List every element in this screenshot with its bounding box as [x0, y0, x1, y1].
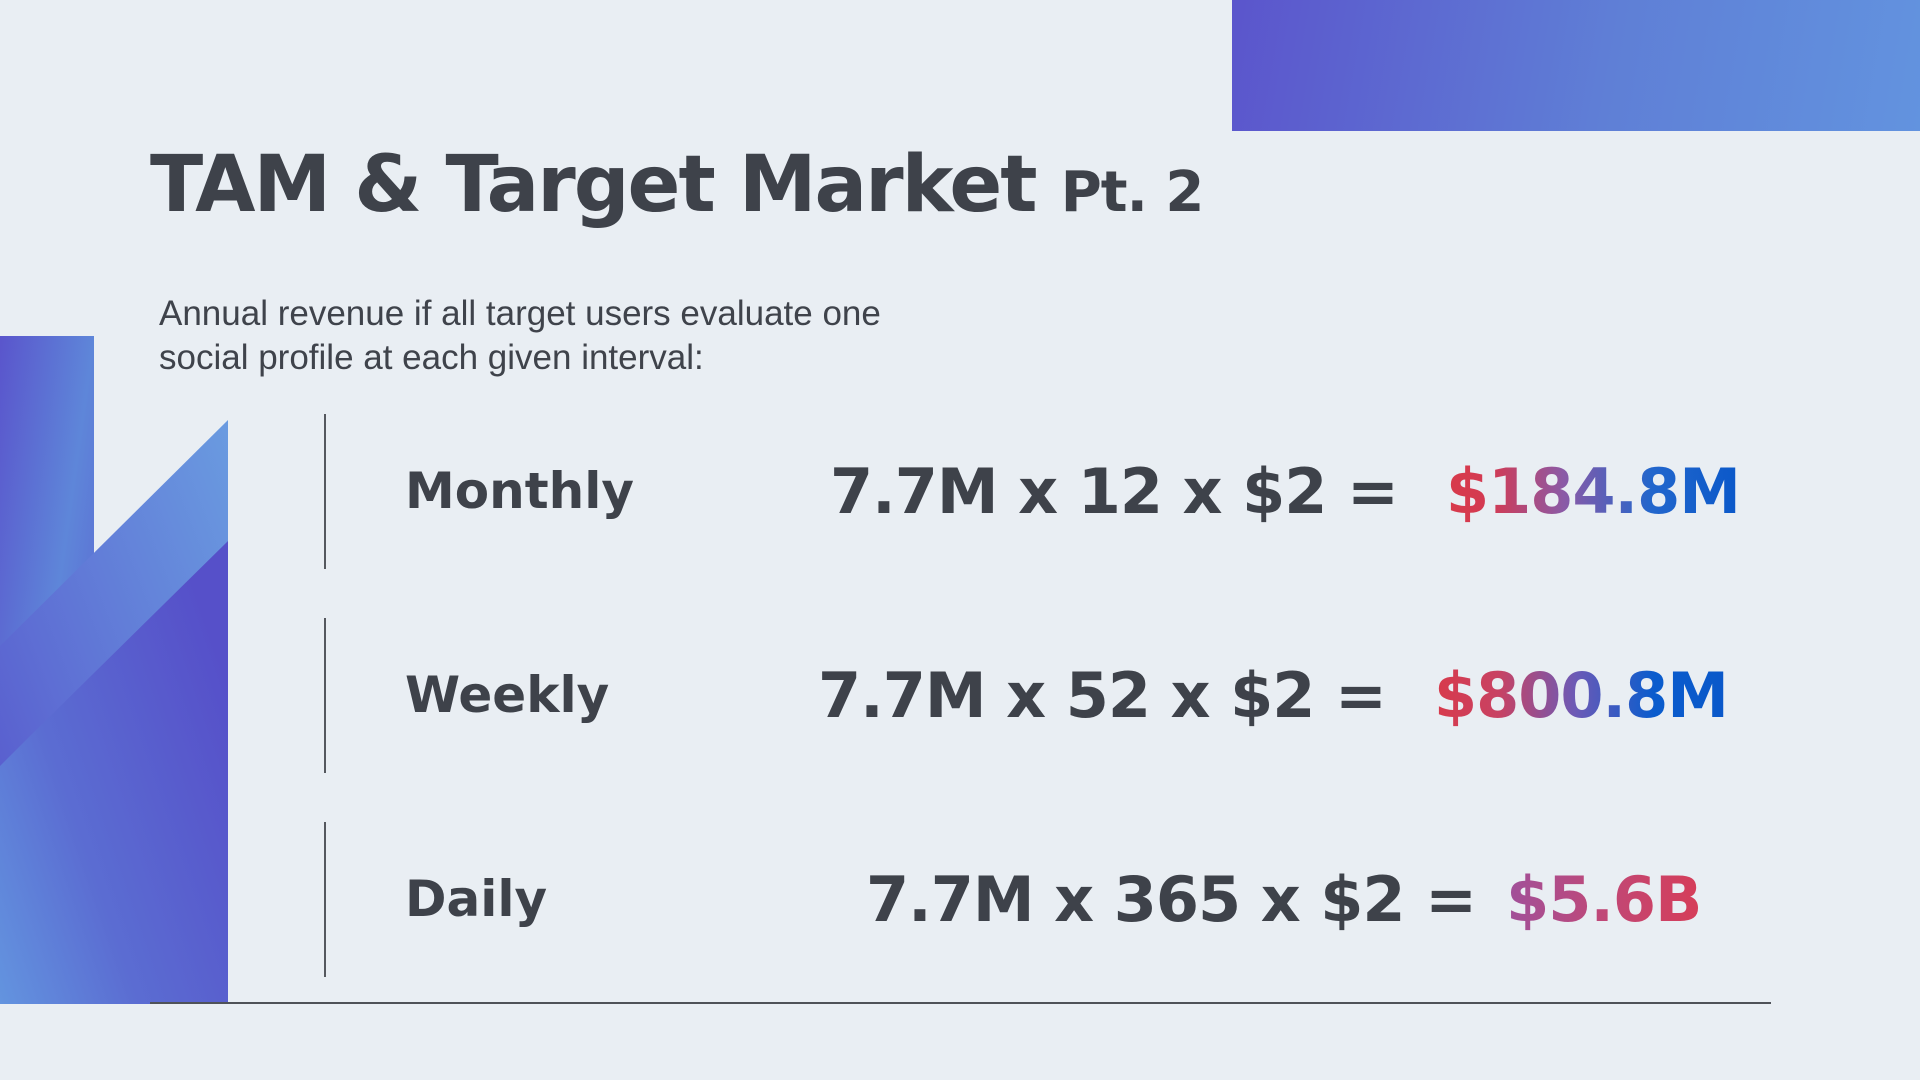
row-label: Daily	[405, 870, 548, 928]
row-weekly: Weekly 7.7M x 52 x $2 = $800.8M	[0, 618, 1920, 773]
slide-subtitle: Annual revenue if all target users evalu…	[159, 294, 881, 377]
row-divider	[324, 414, 326, 569]
row-formula: 7.7M x 365 x $2 =	[866, 863, 1477, 936]
row-divider	[324, 618, 326, 773]
row-formula: 7.7M x 52 x $2 =	[818, 659, 1387, 732]
top-right-gradient-banner	[1232, 0, 1920, 131]
row-monthly: Monthly 7.7M x 12 x $2 = $184.8M	[0, 414, 1920, 569]
row-result: $800.8M	[1434, 618, 1729, 773]
presentation-slide: TAM & Target Market Pt. 2 Annual revenue…	[0, 0, 1920, 1080]
row-label: Monthly	[405, 462, 634, 520]
bottom-divider	[150, 1002, 1771, 1004]
row-label: Weekly	[405, 666, 610, 724]
slide-title-main: TAM & Target Market	[150, 140, 1038, 230]
row-result: $184.8M	[1446, 414, 1741, 569]
slide-title-suffix: Pt. 2	[1060, 160, 1205, 225]
row-formula: 7.7M x 12 x $2 =	[830, 455, 1399, 528]
row-result: $5.6B	[1506, 822, 1702, 977]
slide-title: TAM & Target Market Pt. 2	[150, 140, 1205, 230]
row-equation: 7.7M x 52 x $2 = $800.8M	[818, 618, 1729, 773]
row-daily: Daily 7.7M x 365 x $2 = $5.6B	[0, 822, 1920, 977]
row-divider	[324, 822, 326, 977]
row-equation: 7.7M x 12 x $2 = $184.8M	[830, 414, 1741, 569]
row-equation: 7.7M x 365 x $2 = $5.6B	[866, 822, 1702, 977]
